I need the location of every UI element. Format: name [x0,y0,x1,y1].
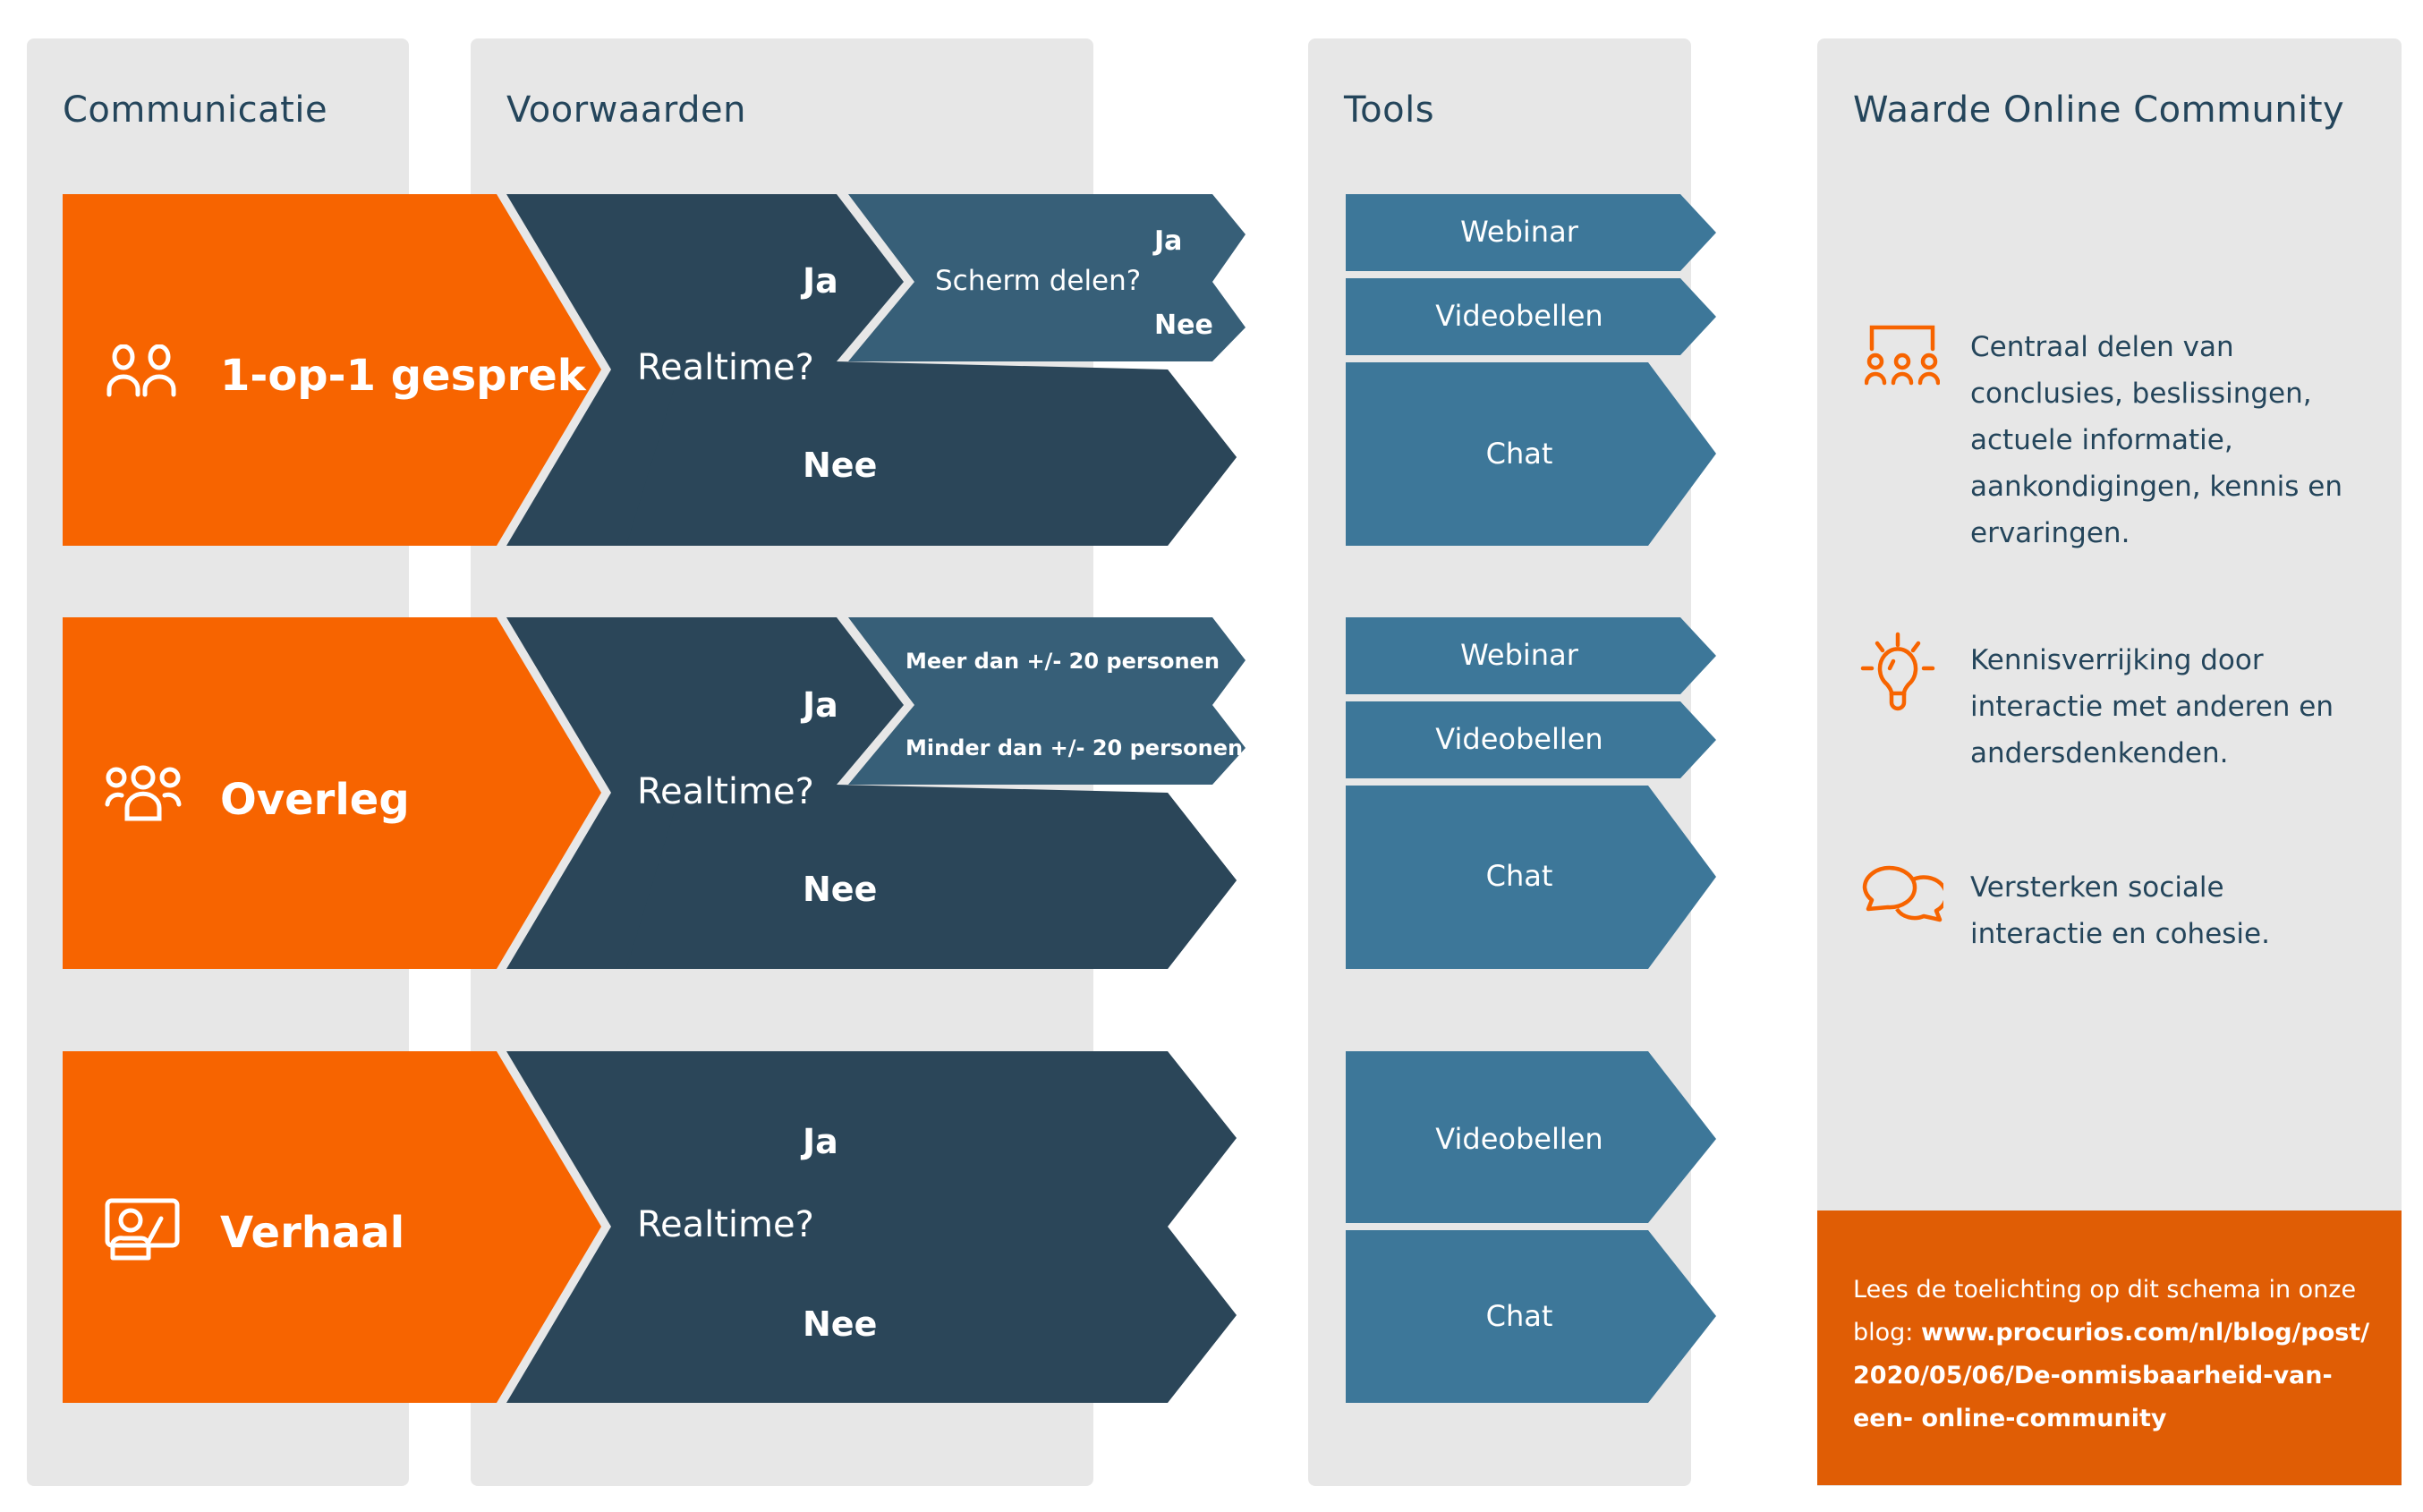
row3-realtime-chevron[interactable] [506,1051,1237,1403]
blog-cta-text: Lees de toelichting op dit schema in onz… [1853,1269,2372,1440]
row1-sub-no: Nee [1154,310,1213,341]
row2-sub-option-less: Minder dan +/- 20 personen [905,735,1244,760]
row3-type-label: Verhaal [220,1208,405,1258]
row1-yes-label: Ja [803,261,838,301]
row1-tool-webinar-label: Webinar [1460,215,1578,249]
chat-bubbles-icon [1862,865,1943,922]
row1-no-label: Nee [803,446,878,485]
row3-tool-videobellen-label: Videobellen [1435,1122,1603,1156]
row1-sub-yes: Ja [1154,225,1183,257]
group-icon [105,765,182,821]
row3-yes-label: Ja [803,1122,838,1161]
benefit-text-sharing: Centraal delen van conclusies, beslissin… [1970,331,2342,549]
presenter-icon [105,1198,180,1261]
row1-tool-videobellen-label: Videobellen [1435,299,1603,333]
row2-tool-webinar-label: Webinar [1460,638,1578,672]
row1-type-label: 1-op-1 gesprek [220,351,586,401]
blog-link[interactable]: www.procurios.com/nl/blog/post/ 2020/05/… [1853,1319,2369,1432]
lightbulb-icon [1860,632,1935,711]
row1-tool-chat-label: Chat [1485,437,1553,471]
row3-no-label: Nee [803,1304,878,1344]
row2-tool-chat-label: Chat [1485,859,1553,893]
row1-question: Realtime? [637,347,814,388]
benefit-text-knowledge: Kennisverrijking door interactie met and… [1970,644,2334,769]
row2-sub-option-more: Meer dan +/- 20 personen [905,649,1220,674]
row2-type-label: Overleg [220,775,410,825]
row2-tool-videobellen-label: Videobellen [1435,722,1603,756]
row3-question: Realtime? [637,1204,814,1245]
blog-cta-block: Lees de toelichting op dit schema in onz… [1817,1210,2402,1485]
row1-sub-question: Scherm delen? [935,265,1142,297]
two-people-icon [106,344,176,397]
row2-no-label: Nee [803,870,878,909]
row2-yes-label: Ja [803,685,838,725]
row2-nee-chevron[interactable] [626,793,1237,969]
row3-tool-chat-label: Chat [1485,1299,1553,1333]
row2-question: Realtime? [637,771,814,812]
audience-icon [1865,325,1940,386]
benefit-text-social: Versterken sociale interactie en cohesie… [1970,871,2270,950]
row1-nee-chevron[interactable] [626,370,1237,546]
